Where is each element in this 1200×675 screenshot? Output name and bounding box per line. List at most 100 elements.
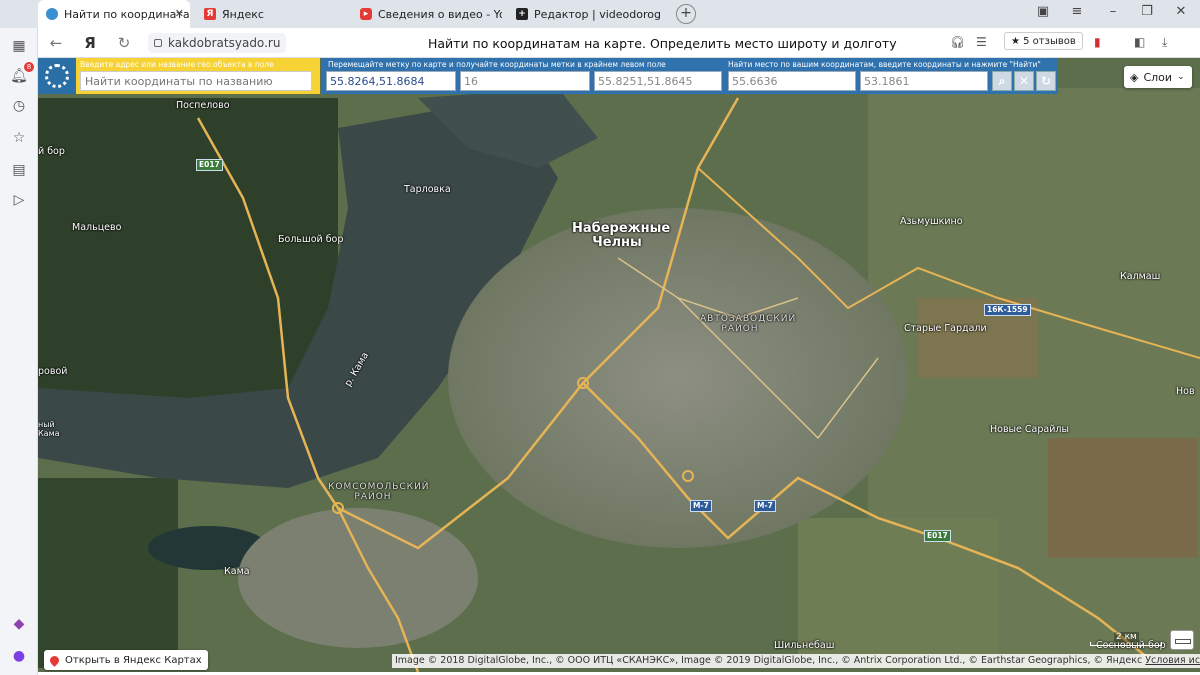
- layers-button[interactable]: ◈ Слои ⌄: [1124, 66, 1192, 88]
- scale-line: [1090, 642, 1162, 646]
- open-in-yandex-maps-button[interactable]: Открыть в Яндекс Картах: [44, 650, 208, 670]
- search-icon: ⌕: [998, 74, 1006, 88]
- alice-app-icon[interactable]: ◆: [9, 614, 29, 634]
- search-by-name-input[interactable]: [80, 71, 312, 91]
- url-field[interactable]: kakdobratsyado.ru: [148, 33, 287, 53]
- road-shield-e017: E017: [196, 159, 223, 171]
- extensions-icon[interactable]: ◧: [1134, 35, 1145, 49]
- label-nov: Нов: [1176, 386, 1195, 397]
- move-marker-caption: Перемещайте метку по карте и получайте к…: [328, 60, 666, 69]
- notification-badge: 8: [24, 62, 34, 72]
- yandex-home-button[interactable]: Я: [80, 34, 100, 52]
- marker-coordinates-field[interactable]: [326, 71, 456, 91]
- label-left-kama: ный Кама: [38, 420, 60, 438]
- play-icon[interactable]: ▷: [9, 190, 29, 210]
- label-komsomol-district: КОМСОМОЛЬСКИЙ РАЙОН: [328, 482, 430, 502]
- search-panel: Введите адрес или название гео.объекта в…: [76, 58, 320, 94]
- lock-icon: [154, 39, 162, 47]
- tab-title: Редактор | videodorogross: [534, 7, 660, 21]
- longitude-field[interactable]: [860, 71, 988, 91]
- map-copyright: Image © 2018 DigitalGlobe, Inc., © ООО И…: [392, 654, 1200, 668]
- search-hint: Введите адрес или название гео.объекта в…: [80, 60, 274, 69]
- find-search-button[interactable]: ⌕: [992, 71, 1012, 91]
- label-avtozavod-district: АВТОЗАВОДСКИЙ РАЙОН: [700, 314, 797, 334]
- refresh-button[interactable]: ↻: [1036, 71, 1056, 91]
- sun-logo-icon: [45, 64, 69, 88]
- tab-close-icon[interactable]: ✕: [175, 7, 184, 20]
- youtube-favicon-icon: ▸: [360, 8, 372, 20]
- tab-editor[interactable]: + Редактор | videodorogross: [508, 0, 660, 28]
- refresh-icon: ↻: [1040, 74, 1052, 88]
- layers-label: Слои: [1143, 70, 1173, 84]
- label-bolshoy-bor: Большой бор: [278, 234, 344, 245]
- label-tarlovka: Тарловка: [404, 184, 451, 195]
- label-shilnebash: Шильнебаш: [774, 640, 835, 651]
- back-button[interactable]: ←: [46, 34, 66, 52]
- tab-find-coordinates[interactable]: Найти по координатам на карте ✕: [38, 0, 190, 28]
- city-area: [448, 208, 908, 548]
- reviews-badge[interactable]: ★ 5 отзывов: [1004, 32, 1083, 50]
- tab-title: Сведения о видео - YouTube: [378, 7, 502, 21]
- road-shield-m7: M-7: [754, 500, 776, 512]
- latitude-field[interactable]: [728, 71, 856, 91]
- coordinates-panel: Перемещайте метку по карте и получайте к…: [322, 58, 1058, 94]
- clear-button[interactable]: ✕: [1014, 71, 1034, 91]
- editor-favicon-icon: +: [516, 8, 528, 20]
- find-place-caption: Найти место по вашим координатам, введит…: [728, 60, 1041, 69]
- maximize-button[interactable]: ❐: [1136, 4, 1158, 19]
- favorites-star-icon[interactable]: ☆: [9, 128, 29, 148]
- label-kama: Кама: [224, 566, 250, 577]
- label-novye-saraly: Новые Сарайлы: [990, 424, 1069, 435]
- history-clock-icon[interactable]: ◷: [9, 96, 29, 116]
- satellite-map-drawing: [38, 58, 1200, 672]
- map-scale: 2 км: [1090, 632, 1162, 646]
- center-coordinates-field[interactable]: [594, 71, 722, 91]
- map-viewport[interactable]: Поспелово й бор Тарловка Мальцево Большо…: [38, 58, 1200, 672]
- chevron-down-icon: ⌄: [1177, 72, 1185, 82]
- layers-icon: ◈: [1130, 70, 1139, 84]
- label-city: Набережные Челны: [572, 221, 671, 250]
- yandex-favicon-icon: Я: [204, 8, 216, 20]
- menu-icon[interactable]: ≡: [1066, 4, 1088, 19]
- label-maltsevo: Мальцево: [72, 222, 122, 233]
- label-pospelovo: Поспелово: [176, 100, 230, 111]
- headphones-icon[interactable]: 🎧︎: [950, 35, 965, 49]
- label-bor: й бор: [38, 146, 65, 157]
- address-bar: ← Я ↻ kakdobratsyado.ru Найти по координ…: [38, 28, 1200, 58]
- reader-mode-icon[interactable]: ☰: [976, 35, 987, 49]
- browser-sidebar: ▦ 🔔︎ 8 ◷ ☆ ▤ ▷ ◆ ●: [0, 28, 38, 675]
- site-logo[interactable]: [38, 58, 76, 94]
- scale-label: 2 км: [1114, 632, 1139, 642]
- close-icon: ✕: [1018, 74, 1030, 88]
- tab-yandex[interactable]: Я Яндекс: [196, 0, 346, 28]
- map-pin-icon: [48, 653, 61, 667]
- label-borovoy: ровой: [38, 366, 68, 377]
- tab-title: Яндекс: [222, 7, 264, 21]
- apps-grid-icon[interactable]: ▦: [9, 36, 29, 56]
- terms-of-use-link[interactable]: Условия использования: [1145, 655, 1200, 666]
- close-window-button[interactable]: ✕: [1170, 4, 1192, 19]
- bookmark-icon[interactable]: ▮: [1094, 35, 1101, 49]
- tab-youtube[interactable]: ▸ Сведения о видео - YouTube: [352, 0, 502, 28]
- reload-button[interactable]: ↻: [114, 34, 134, 52]
- zoom-field[interactable]: [460, 71, 590, 91]
- label-starye-gardali: Старые Гардали: [904, 323, 987, 334]
- label-kalmash: Калмаш: [1120, 271, 1161, 282]
- open-in-yandex-label: Открыть в Яндекс Картах: [65, 654, 202, 666]
- browser-tab-bar: Найти по координатам на карте ✕ Я Яндекс…: [0, 0, 1200, 28]
- copyright-text: Image © 2018 DigitalGlobe, Inc., © ООО И…: [395, 655, 1143, 666]
- url-text: kakdobratsyado.ru: [168, 36, 281, 50]
- alice-assistant-icon[interactable]: ●: [9, 646, 29, 666]
- road-shield-m7: M-7: [690, 500, 712, 512]
- ruler-tool-button[interactable]: [1170, 630, 1194, 650]
- tab-title: Найти по координатам на карте: [64, 7, 190, 21]
- road-shield-16k: 16К-1559: [984, 304, 1031, 316]
- site-favicon-icon: [46, 8, 58, 20]
- collections-icon[interactable]: ▤: [9, 160, 29, 180]
- new-tab-button[interactable]: +: [676, 4, 696, 24]
- bookmarks-collection-icon[interactable]: ▣: [1032, 4, 1054, 19]
- download-icon[interactable]: ⤓: [1162, 35, 1167, 50]
- minimize-button[interactable]: –: [1102, 4, 1124, 19]
- road-shield-e017: E017: [924, 530, 951, 542]
- label-azmushkino: Азьмушкино: [900, 216, 963, 227]
